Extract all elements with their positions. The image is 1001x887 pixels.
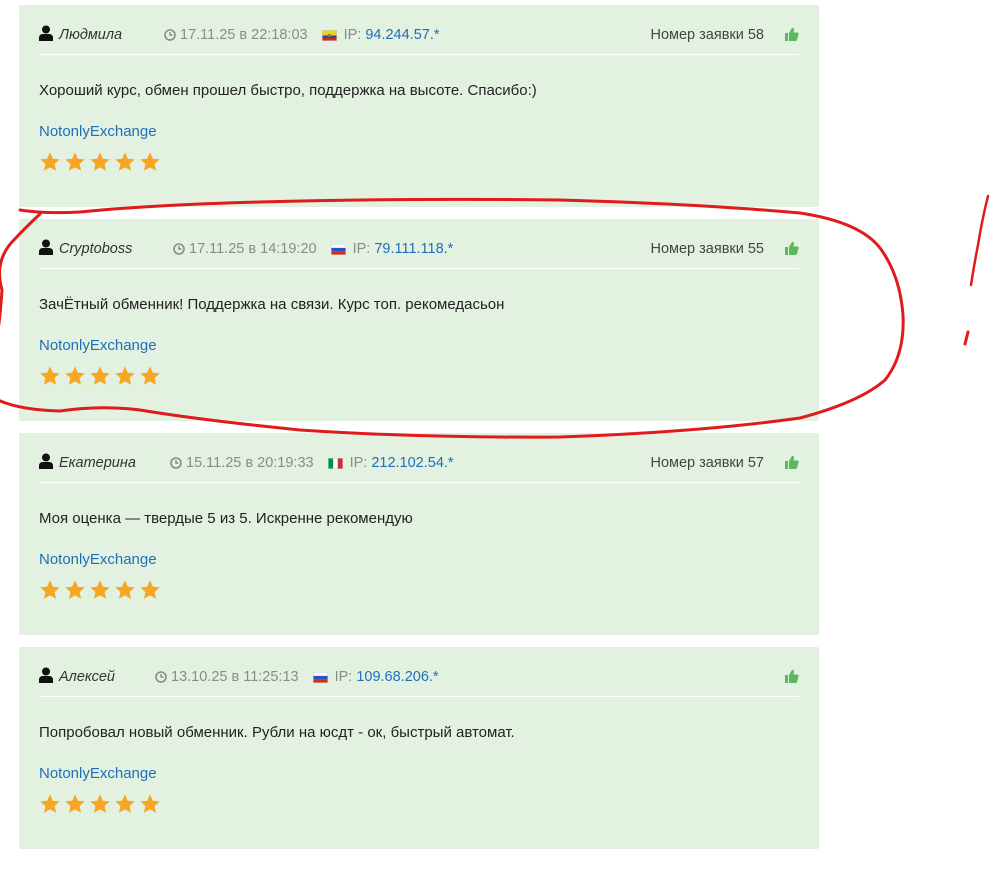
- review-meta: 17.11.25 в 22:18:03 IP: 94.244.57.*: [164, 27, 440, 43]
- star-icon: [64, 151, 86, 173]
- clock-icon: [173, 243, 185, 255]
- star-icon: [114, 793, 136, 815]
- ecuador-flag-icon: [322, 30, 337, 41]
- user-icon: [39, 239, 53, 255]
- clock-icon: [170, 457, 182, 469]
- rating-stars: [39, 793, 161, 815]
- exclamation-mark-dot: [963, 330, 970, 346]
- review-text: Попробовал новый обменник. Рубли на юсдт…: [39, 724, 515, 741]
- clock-icon: [164, 29, 176, 41]
- review-author: Алексей: [59, 669, 115, 685]
- star-icon: [64, 793, 86, 815]
- star-icon: [114, 365, 136, 387]
- italy-flag-icon: [328, 458, 343, 469]
- exchange-link[interactable]: NotonlyExchange: [39, 337, 157, 354]
- russia-flag-icon: [313, 672, 328, 683]
- review-text: ЗачЁтный обменник! Поддержка на связи. К…: [39, 296, 505, 313]
- review-card: Екатерина 15.11.25 в 20:19:33 IP: 212.10…: [19, 433, 819, 635]
- review-header: Cryptoboss 17.11.25 в 14:19:20 IP: 79.11…: [39, 235, 799, 269]
- star-icon: [89, 793, 111, 815]
- ip-label: IP:: [352, 241, 371, 257]
- ip-label: IP:: [343, 27, 362, 43]
- user-icon: [39, 453, 53, 469]
- star-icon: [39, 151, 61, 173]
- order-number: Номер заявки 55: [650, 241, 764, 257]
- review-author: Людмила: [59, 27, 123, 43]
- rating-stars: [39, 365, 161, 387]
- star-icon: [139, 579, 161, 601]
- star-icon: [114, 151, 136, 173]
- review-card: Алексей 13.10.25 в 11:25:13 IP: 109.68.2…: [19, 647, 819, 849]
- star-icon: [139, 151, 161, 173]
- review-header: Алексей 13.10.25 в 11:25:13 IP: 109.68.2…: [39, 663, 799, 697]
- review-author: Cryptoboss: [59, 241, 133, 257]
- review-author: Екатерина: [59, 455, 136, 471]
- star-icon: [39, 793, 61, 815]
- star-icon: [89, 579, 111, 601]
- review-date: 15.11.25 в 20:19:33: [186, 455, 314, 471]
- review-header: Екатерина 15.11.25 в 20:19:33 IP: 212.10…: [39, 449, 799, 483]
- review-card: Людмила 17.11.25 в 22:18:03 IP: 94.244.5…: [19, 5, 819, 207]
- exchange-link[interactable]: NotonlyExchange: [39, 765, 157, 782]
- rating-stars: [39, 579, 161, 601]
- thumbs-up-icon[interactable]: [785, 669, 799, 683]
- review-header: Людмила 17.11.25 в 22:18:03 IP: 94.244.5…: [39, 21, 799, 55]
- star-icon: [39, 365, 61, 387]
- star-icon: [39, 579, 61, 601]
- order-number: Номер заявки 58: [650, 27, 764, 43]
- ip-label: IP:: [349, 455, 368, 471]
- exchange-link[interactable]: NotonlyExchange: [39, 551, 157, 568]
- user-icon: [39, 667, 53, 683]
- star-icon: [64, 365, 86, 387]
- star-icon: [89, 151, 111, 173]
- review-card: Cryptoboss 17.11.25 в 14:19:20 IP: 79.11…: [19, 219, 819, 421]
- review-date: 17.11.25 в 22:18:03: [180, 27, 308, 43]
- review-meta: 13.10.25 в 11:25:13 IP: 109.68.206.*: [155, 669, 439, 685]
- star-icon: [114, 579, 136, 601]
- thumbs-up-icon[interactable]: [785, 27, 799, 41]
- thumbs-up-icon[interactable]: [785, 241, 799, 255]
- review-date: 13.10.25 в 11:25:13: [171, 669, 299, 685]
- review-date: 17.11.25 в 14:19:20: [189, 241, 317, 257]
- review-meta: 15.11.25 в 20:19:33 IP: 212.102.54.*: [170, 455, 454, 471]
- russia-flag-icon: [331, 244, 346, 255]
- star-icon: [89, 365, 111, 387]
- ip-address: 109.68.206.*: [356, 669, 439, 685]
- star-icon: [64, 579, 86, 601]
- clock-icon: [155, 671, 167, 683]
- review-text: Моя оценка — твердые 5 из 5. Искренне ре…: [39, 510, 413, 527]
- star-icon: [139, 365, 161, 387]
- exclamation-mark-stroke: [969, 194, 990, 287]
- rating-stars: [39, 151, 161, 173]
- star-icon: [139, 793, 161, 815]
- ip-address: 212.102.54.*: [371, 455, 454, 471]
- review-text: Хороший курс, обмен прошел быстро, подде…: [39, 82, 537, 99]
- review-meta: 17.11.25 в 14:19:20 IP: 79.111.118.*: [173, 241, 453, 257]
- ip-label: IP:: [334, 669, 353, 685]
- ip-address: 79.111.118.*: [374, 241, 454, 257]
- user-icon: [39, 25, 53, 41]
- ip-address: 94.244.57.*: [365, 27, 440, 43]
- thumbs-up-icon[interactable]: [785, 455, 799, 469]
- order-number: Номер заявки 57: [650, 455, 764, 471]
- exchange-link[interactable]: NotonlyExchange: [39, 123, 157, 140]
